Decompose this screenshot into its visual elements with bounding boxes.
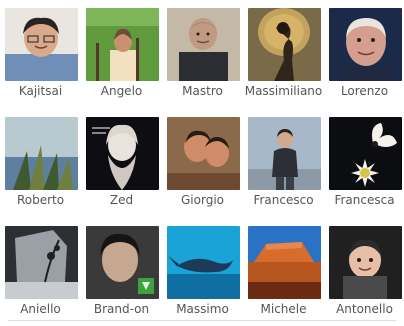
member-tile-roberto[interactable]: Roberto (0, 109, 81, 217)
zed-photo (85, 117, 159, 190)
divider (8, 320, 396, 321)
member-name[interactable]: Kajitsai (0, 84, 81, 98)
member-photo[interactable] (166, 226, 240, 299)
member-name[interactable]: Francesca (324, 193, 404, 207)
member-photo[interactable] (328, 226, 402, 299)
member-tile-angelo[interactable]: Angelo (81, 0, 162, 108)
roberto-photo (4, 117, 78, 190)
michele-photo (247, 226, 321, 299)
massimiliano-photo (247, 8, 321, 81)
member-photo[interactable] (247, 8, 321, 81)
member-name[interactable]: Aniello (0, 302, 81, 316)
member-photo[interactable] (4, 117, 78, 190)
member-name[interactable]: Mastro (162, 84, 243, 98)
member-photo[interactable] (4, 226, 78, 299)
member-name[interactable]: Zed (81, 193, 162, 207)
giorgio-photo (166, 117, 240, 190)
lorenzo-photo (328, 8, 402, 81)
aniello-photo (4, 226, 78, 299)
member-photo[interactable] (166, 117, 240, 190)
kajitsai-photo (4, 8, 78, 81)
member-tile-francesco[interactable]: Francesco (243, 109, 324, 217)
member-tile-kajitsai[interactable]: Kajitsai (0, 0, 81, 108)
member-photo[interactable] (166, 8, 240, 81)
member-name[interactable]: Lorenzo (324, 84, 404, 98)
member-photo[interactable] (328, 8, 402, 81)
member-photo[interactable] (247, 226, 321, 299)
member-photo[interactable] (4, 8, 78, 81)
member-photo[interactable] (85, 8, 159, 81)
member-name[interactable]: Angelo (81, 84, 162, 98)
member-name[interactable]: Brand-on (81, 302, 162, 316)
member-tile-michele[interactable]: Michele (243, 218, 324, 326)
member-tile-massimiliano[interactable]: Massimiliano (243, 0, 324, 108)
francesca-photo (328, 117, 402, 190)
member-photo[interactable] (85, 117, 159, 190)
member-name[interactable]: Giorgio (162, 193, 243, 207)
massimo-photo (166, 226, 240, 299)
francesco-photo (247, 117, 321, 190)
member-tile-lorenzo[interactable]: Lorenzo (324, 0, 404, 108)
member-tile-giorgio[interactable]: Giorgio (162, 109, 243, 217)
member-name[interactable]: Francesco (243, 193, 324, 207)
member-tile-francesca[interactable]: Francesca (324, 109, 404, 217)
antonello-photo (328, 226, 402, 299)
mastro-photo (166, 8, 240, 81)
member-name[interactable]: Michele (243, 302, 324, 316)
member-tile-aniello[interactable]: Aniello (0, 218, 81, 326)
brand-on-photo (85, 226, 159, 299)
member-tile-massimo[interactable]: Massimo (162, 218, 243, 326)
member-photo[interactable] (247, 117, 321, 190)
member-photo[interactable] (328, 117, 402, 190)
member-grid: Kajitsai Angelo Mastro Massimiliano Lore… (0, 0, 404, 325)
member-name[interactable]: Roberto (0, 193, 81, 207)
member-name[interactable]: Massimiliano (243, 84, 324, 98)
member-name[interactable]: Antonello (324, 302, 404, 316)
member-name[interactable]: Massimo (162, 302, 243, 316)
member-tile-zed[interactable]: Zed (81, 109, 162, 217)
member-photo[interactable] (85, 226, 159, 299)
member-tile-antonello[interactable]: Antonello (324, 218, 404, 326)
member-tile-mastro[interactable]: Mastro (162, 0, 243, 108)
member-tile-brand-on[interactable]: Brand-on (81, 218, 162, 326)
angelo-photo (85, 8, 159, 81)
